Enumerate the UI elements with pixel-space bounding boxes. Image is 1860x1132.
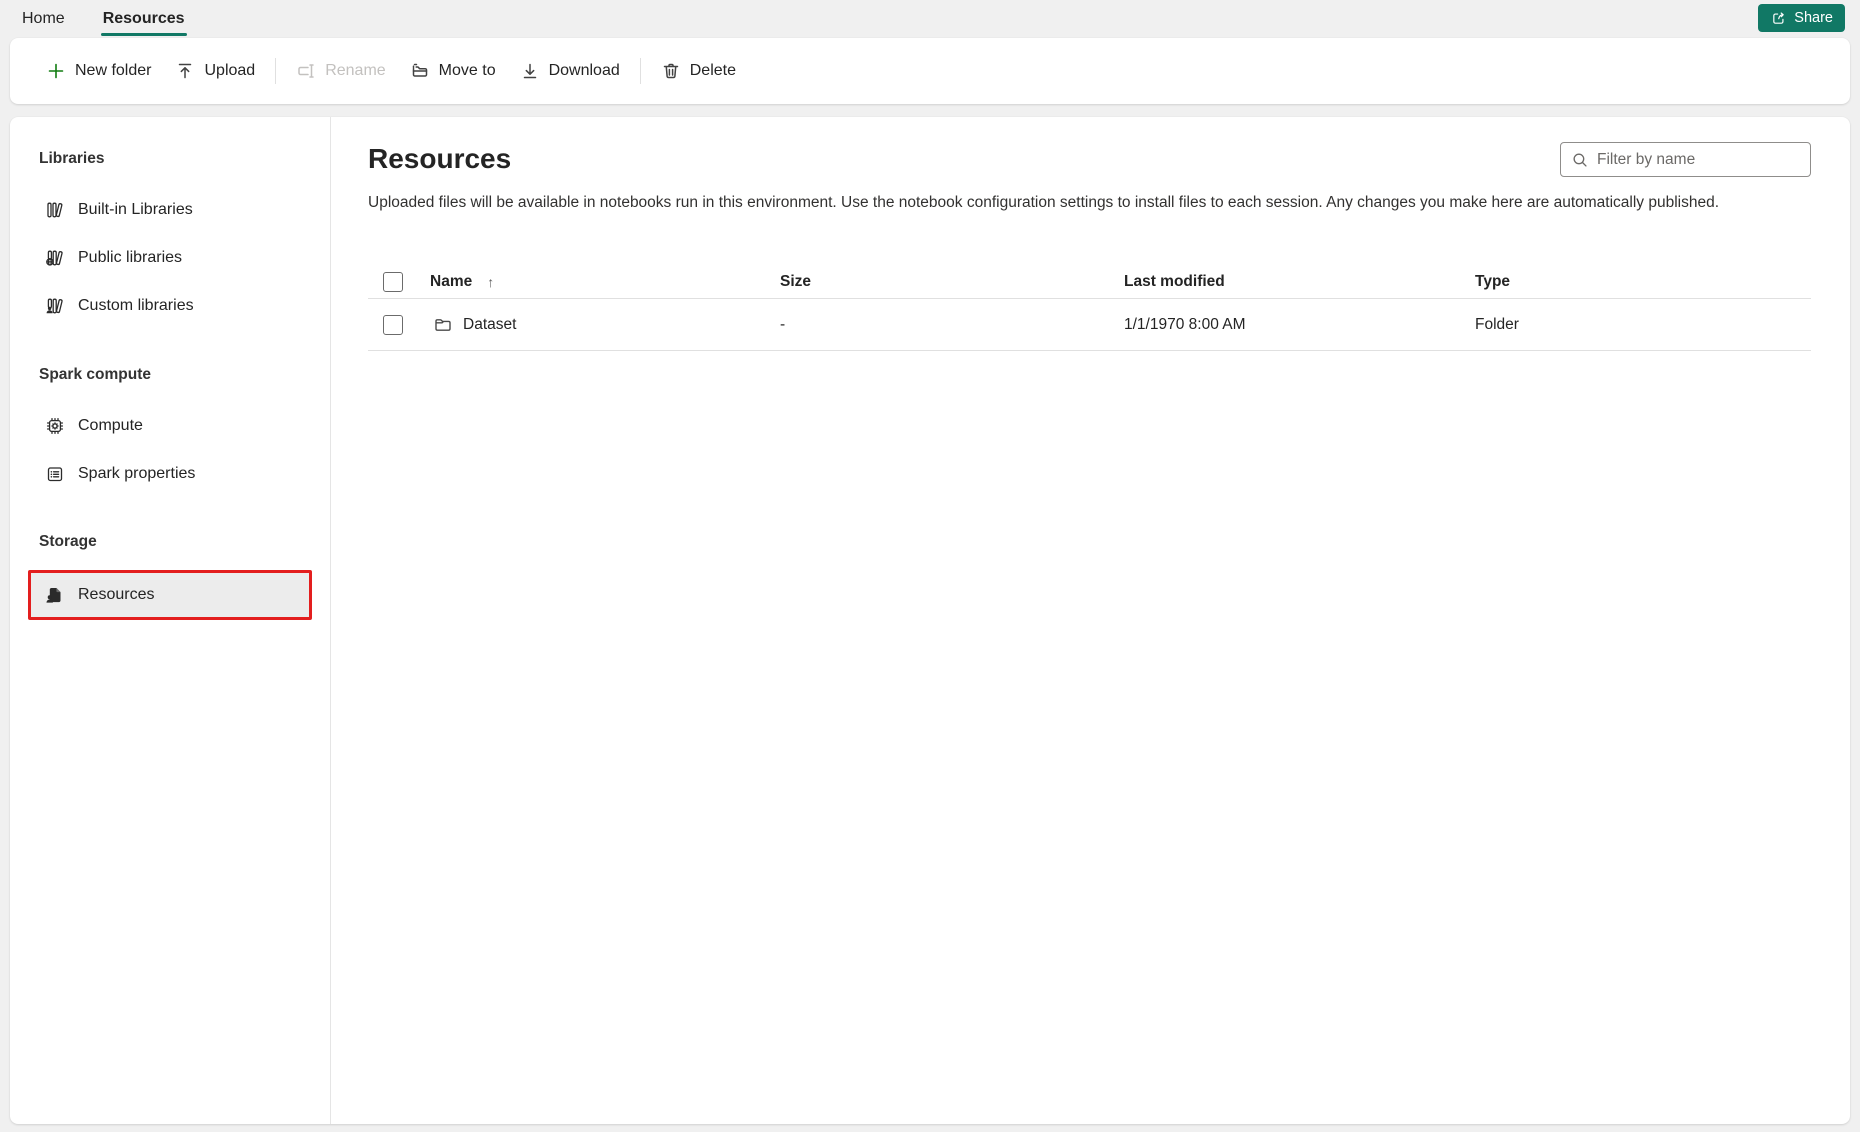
filter-input-container <box>1560 142 1811 177</box>
resources-table: Name ↑ Size Last modified Type Dataset -… <box>368 265 1811 351</box>
top-tab-bar: Home Resources <box>0 0 1860 37</box>
move-to-folder-icon <box>410 61 430 81</box>
compute-chip-icon <box>45 416 65 436</box>
rename-label: Rename <box>325 62 386 79</box>
tab-home[interactable]: Home <box>20 0 67 37</box>
sidebar-item-built-in-libraries[interactable]: Built-in Libraries <box>28 186 312 234</box>
trash-icon <box>661 61 681 81</box>
resources-file-icon <box>45 585 65 605</box>
column-header-name[interactable]: Name ↑ <box>430 273 494 291</box>
upload-icon <box>175 61 195 81</box>
folder-icon <box>433 315 453 335</box>
sidebar-item-label: Built-in Libraries <box>78 201 193 218</box>
sidebar-item-label: Resources <box>78 586 155 603</box>
tab-resources[interactable]: Resources <box>100 0 187 37</box>
table-row[interactable]: Dataset - 1/1/1970 8:00 AM Folder <box>368 299 1811 351</box>
row-last-modified-cell: 1/1/1970 8:00 AM <box>1124 315 1246 333</box>
filter-input[interactable] <box>1597 150 1800 169</box>
sidebar-item-label: Spark properties <box>78 465 196 482</box>
select-all-checkbox[interactable] <box>383 271 403 292</box>
share-icon <box>1770 10 1787 27</box>
section-title-storage: Storage <box>39 533 97 550</box>
library-icon <box>45 200 65 220</box>
column-header-last-modified[interactable]: Last modified <box>1124 273 1225 291</box>
sidebar-item-public-libraries[interactable]: Public libraries <box>28 234 312 282</box>
delete-label: Delete <box>689 62 736 79</box>
search-icon <box>1571 151 1589 169</box>
row-size-cell: - <box>780 315 786 333</box>
sidebar-item-resources[interactable]: Resources <box>28 570 312 620</box>
sidebar: Libraries Built-in Libraries Public libr… <box>10 117 331 1124</box>
row-name-label: Dataset <box>463 315 517 333</box>
sidebar-item-label: Custom libraries <box>78 297 194 314</box>
new-folder-label: New folder <box>75 62 152 79</box>
sort-ascending-icon: ↑ <box>487 273 495 290</box>
sidebar-item-custom-libraries[interactable]: Custom libraries <box>28 282 312 330</box>
row-name-cell[interactable]: Dataset <box>433 315 516 335</box>
toolbar: New folder Upload Rename Move to Downloa… <box>10 38 1850 104</box>
upload-button[interactable]: Upload <box>163 51 267 91</box>
row-checkbox[interactable] <box>383 314 403 335</box>
share-button[interactable]: Share <box>1758 4 1845 32</box>
upload-label: Upload <box>204 62 256 79</box>
rename-button: Rename <box>284 51 397 91</box>
plus-icon <box>46 61 66 81</box>
share-label: Share <box>1794 10 1833 26</box>
properties-list-icon <box>45 464 65 484</box>
custom-library-icon <box>45 296 65 316</box>
sidebar-item-spark-properties[interactable]: Spark properties <box>28 450 312 498</box>
move-to-label: Move to <box>438 62 496 79</box>
download-button[interactable]: Download <box>508 51 632 91</box>
sidebar-item-label: Compute <box>78 417 143 434</box>
public-library-icon <box>45 248 65 268</box>
content-panel: Libraries Built-in Libraries Public libr… <box>10 117 1850 1124</box>
toolbar-divider <box>275 58 277 84</box>
section-title-libraries: Libraries <box>39 150 105 167</box>
sidebar-item-compute[interactable]: Compute <box>28 402 312 450</box>
page-description: Uploaded files will be available in note… <box>368 194 1720 211</box>
main-content: Resources Uploaded files will be availab… <box>331 117 1850 1124</box>
table-header-row: Name ↑ Size Last modified Type <box>368 265 1811 299</box>
download-icon <box>520 61 540 81</box>
move-to-button[interactable]: Move to <box>398 51 508 91</box>
row-type-cell: Folder <box>1475 315 1519 333</box>
column-header-type[interactable]: Type <box>1475 273 1510 291</box>
page-title: Resources <box>368 143 512 174</box>
rename-icon <box>296 61 316 81</box>
sidebar-item-label: Public libraries <box>78 249 183 266</box>
column-header-size[interactable]: Size <box>780 273 811 291</box>
section-title-spark-compute: Spark compute <box>39 366 151 383</box>
new-folder-button[interactable]: New folder <box>34 51 163 91</box>
delete-button[interactable]: Delete <box>649 51 748 91</box>
download-label: Download <box>548 62 620 79</box>
toolbar-divider <box>639 58 641 84</box>
